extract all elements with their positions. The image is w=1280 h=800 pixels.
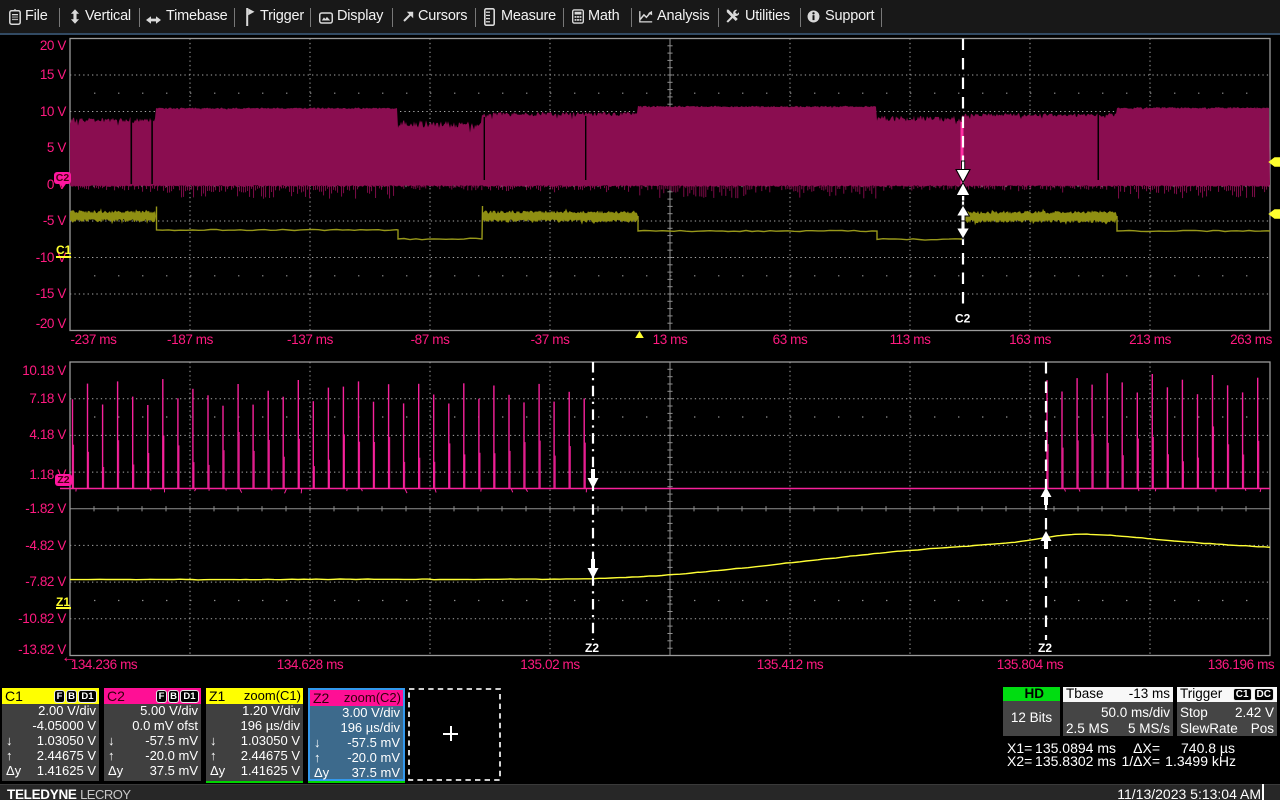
svg-text:Z2: Z2 — [1038, 641, 1052, 655]
svg-text:Z2: Z2 — [585, 641, 599, 655]
svg-text:C2: C2 — [955, 312, 971, 326]
